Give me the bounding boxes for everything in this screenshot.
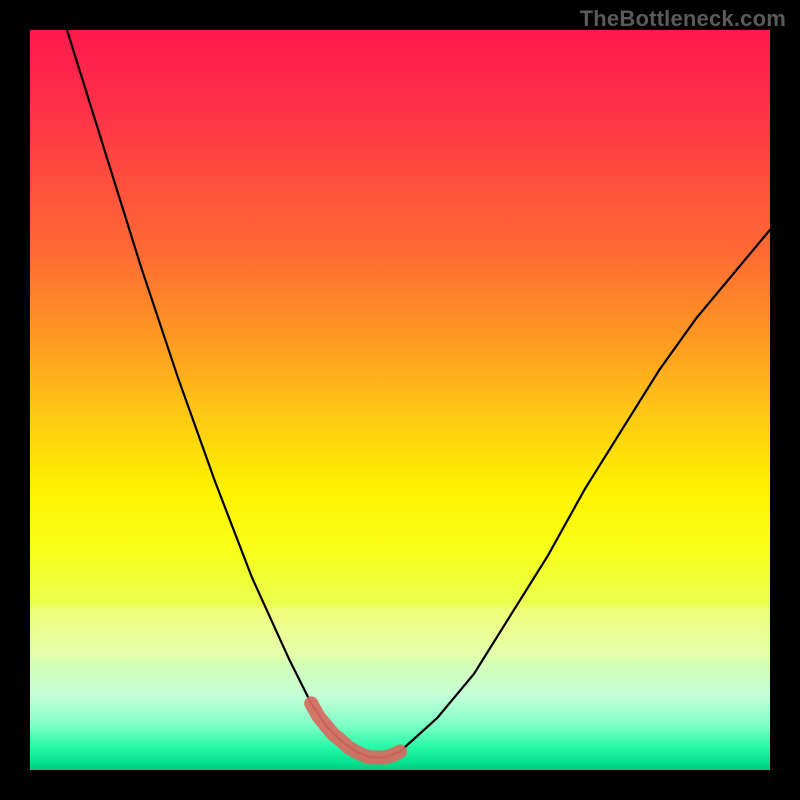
chart-svg [30,30,770,770]
chart-frame: TheBottleneck.com [0,0,800,800]
plot-area [30,30,770,770]
bottleneck-curve [67,30,770,757]
watermark-text: TheBottleneck.com [580,6,786,32]
trough-marker [311,703,400,757]
